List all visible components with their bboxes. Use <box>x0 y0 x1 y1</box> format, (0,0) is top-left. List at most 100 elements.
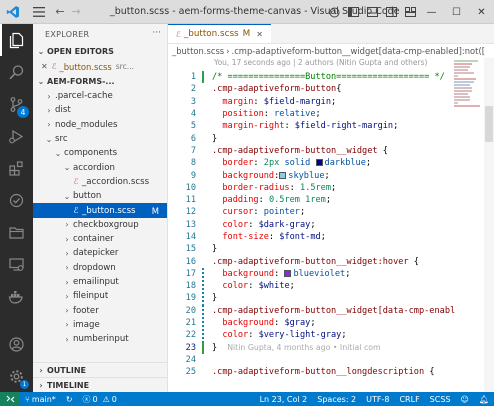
code-editor[interactable]: 1/* ===============Button===============… <box>168 71 494 378</box>
line-number: 5 <box>190 121 196 132</box>
code-line: 3 margin: $field-margin; <box>168 96 494 108</box>
language-mode[interactable]: SCSS <box>425 395 456 404</box>
gutter-marker <box>198 329 212 342</box>
tree-item[interactable]: › checkboxgroup <box>33 218 167 232</box>
line-number: 4 <box>190 109 196 120</box>
open-editor-item[interactable]: ✕ ℰ _button.scss src... <box>33 59 167 74</box>
folder-icon[interactable] <box>0 216 33 248</box>
back-arrow-icon[interactable]: ← <box>52 0 68 24</box>
notifications-bell-icon[interactable]: 🔔︎ <box>474 395 494 404</box>
tree-item[interactable]: › node_modules <box>33 118 167 132</box>
feedback-icon[interactable]: ☺ <box>456 395 474 404</box>
project-header[interactable]: ⌄ AEM-FORMS-... <box>33 74 167 89</box>
code-line: 4 position: relative; <box>168 108 494 120</box>
breadcrumb-symbol[interactable]: .cmp-adaptiveform-button__widget[data-cm… <box>232 46 485 56</box>
extensions-icon[interactable] <box>0 152 33 184</box>
title-bar: ← → _button.scss - aem-forms-theme-canva… <box>0 0 494 24</box>
code-line: 13 color: $dark-gray; <box>168 219 494 231</box>
close-editor-icon[interactable]: ✕ <box>41 62 48 71</box>
explorer-sidebar: EXPLORER ··· ⌄ OPEN EDITORS ✕ ℰ _button.sc… <box>33 24 168 392</box>
hamburger-menu-icon[interactable] <box>26 0 52 24</box>
manage-gear-icon[interactable]: 1 <box>0 360 33 392</box>
tree-item[interactable]: › emailinput <box>33 275 167 289</box>
problems-indicator[interactable]: ⓧ 0 ⚠ 0 <box>78 394 122 405</box>
tree-item[interactable]: ℰ _button.scss M <box>33 203 167 218</box>
end-of-line[interactable]: CRLF <box>394 395 424 404</box>
testing-icon[interactable] <box>0 184 33 216</box>
tree-item[interactable]: › dist <box>33 103 167 117</box>
search-icon[interactable] <box>0 56 33 88</box>
code-line: 2 .cmp-adaptiveform-button{ <box>168 83 494 95</box>
history-icon[interactable] <box>326 4 342 20</box>
tree-item[interactable]: ⌄ button <box>33 189 167 203</box>
tree-item[interactable]: › footer <box>33 303 167 317</box>
chevron-right-icon: › <box>65 220 69 230</box>
cursor-position[interactable]: Ln 23, Col 2 <box>255 395 313 404</box>
source-control-icon[interactable]: 4 <box>0 88 33 120</box>
open-editors-header[interactable]: ⌄ OPEN EDITORS <box>33 44 167 59</box>
gutter-marker <box>198 145 212 157</box>
code-line: 10 border-radius: 1.5rem; <box>168 182 494 194</box>
code-line: 1/* ===============Button===============… <box>168 71 494 84</box>
tree-item[interactable]: › numberinput <box>33 332 167 346</box>
maximize-icon[interactable]: ☐ <box>444 0 469 24</box>
sass-file-icon: ℰ <box>73 177 79 187</box>
gutter-marker <box>198 341 212 354</box>
tree-item[interactable]: › fileinput <box>33 289 167 303</box>
tree-item[interactable]: › dropdown <box>33 261 167 275</box>
tree-item[interactable]: › image <box>33 318 167 332</box>
tree-item[interactable]: › .parcel-cache <box>33 89 167 103</box>
branch-indicator[interactable]: ⑂ main* <box>20 395 61 404</box>
run-debug-icon[interactable] <box>0 120 33 152</box>
chevron-right-icon: › <box>65 248 69 258</box>
docker-icon[interactable] <box>0 280 33 312</box>
activity-bar: 4 1 <box>0 24 33 392</box>
explorer-icon[interactable] <box>0 24 33 56</box>
close-tab-icon[interactable]: ✕ <box>256 30 263 39</box>
gutter-marker <box>198 354 212 366</box>
encoding[interactable]: UTF-8 <box>361 395 394 404</box>
timeline-header[interactable]: › TIMELINE <box>33 377 167 392</box>
gutter-marker <box>198 219 212 231</box>
customize-layout-icon[interactable] <box>402 4 418 20</box>
tree-item[interactable]: ⌄ src <box>33 132 167 146</box>
tree-item[interactable]: › datepicker <box>33 246 167 260</box>
toggle-sidebar-icon[interactable] <box>345 4 361 20</box>
chevron-right-icon: › <box>65 263 69 273</box>
color-swatch-icon[interactable] <box>279 171 287 179</box>
tree-item[interactable]: ℰ _accordion.scss <box>33 175 167 189</box>
minimize-icon[interactable]: — <box>419 0 444 24</box>
code-line: 12 cursor: pointer; <box>168 206 494 218</box>
more-actions-icon[interactable]: ··· <box>152 28 161 38</box>
tree-item[interactable]: ⌄ components <box>33 146 167 160</box>
remote-indicator-icon[interactable] <box>0 392 20 406</box>
remote-explorer-icon[interactable] <box>0 248 33 280</box>
sass-file-icon: ℰ <box>51 62 57 71</box>
status-bar: ⑂ main* ↻ ⓧ 0 ⚠ 0 Ln 23, Col 2 Spaces: 2… <box>0 392 494 406</box>
tab-button-scss[interactable]: ℰ _button.scss M ✕ <box>168 24 271 43</box>
indentation[interactable]: Spaces: 2 <box>312 395 361 404</box>
account-icon[interactable] <box>0 328 33 360</box>
color-swatch-icon[interactable] <box>315 159 323 167</box>
line-number: 17 <box>185 268 196 279</box>
breadcrumb-file[interactable]: _button.scss <box>172 46 224 56</box>
chevron-down-icon: ⌄ <box>45 134 53 144</box>
code-line: 15} <box>168 243 494 255</box>
outline-header[interactable]: › OUTLINE <box>33 362 167 377</box>
vertical-scrollbar[interactable] <box>484 58 494 392</box>
line-number: 8 <box>190 158 196 169</box>
tree-item[interactable]: › container <box>33 232 167 246</box>
chevron-right-icon: › <box>65 334 69 344</box>
chevron-right-icon: › <box>39 365 43 375</box>
toggle-panel-icon[interactable] <box>364 4 380 20</box>
toggle-secondary-sidebar-icon[interactable] <box>383 4 399 20</box>
close-window-icon[interactable]: ✕ <box>469 0 494 24</box>
tree-item[interactable]: ⌄ accordion <box>33 160 167 174</box>
sync-icon[interactable]: ↻ <box>61 395 78 404</box>
line-number: 25 <box>185 367 196 378</box>
color-swatch-icon[interactable] <box>284 269 292 277</box>
scrollbar-thumb[interactable] <box>485 106 493 142</box>
forward-arrow-icon[interactable]: → <box>68 0 84 24</box>
warning-icon: ⚠ <box>102 394 110 404</box>
minimap[interactable] <box>454 60 482 120</box>
